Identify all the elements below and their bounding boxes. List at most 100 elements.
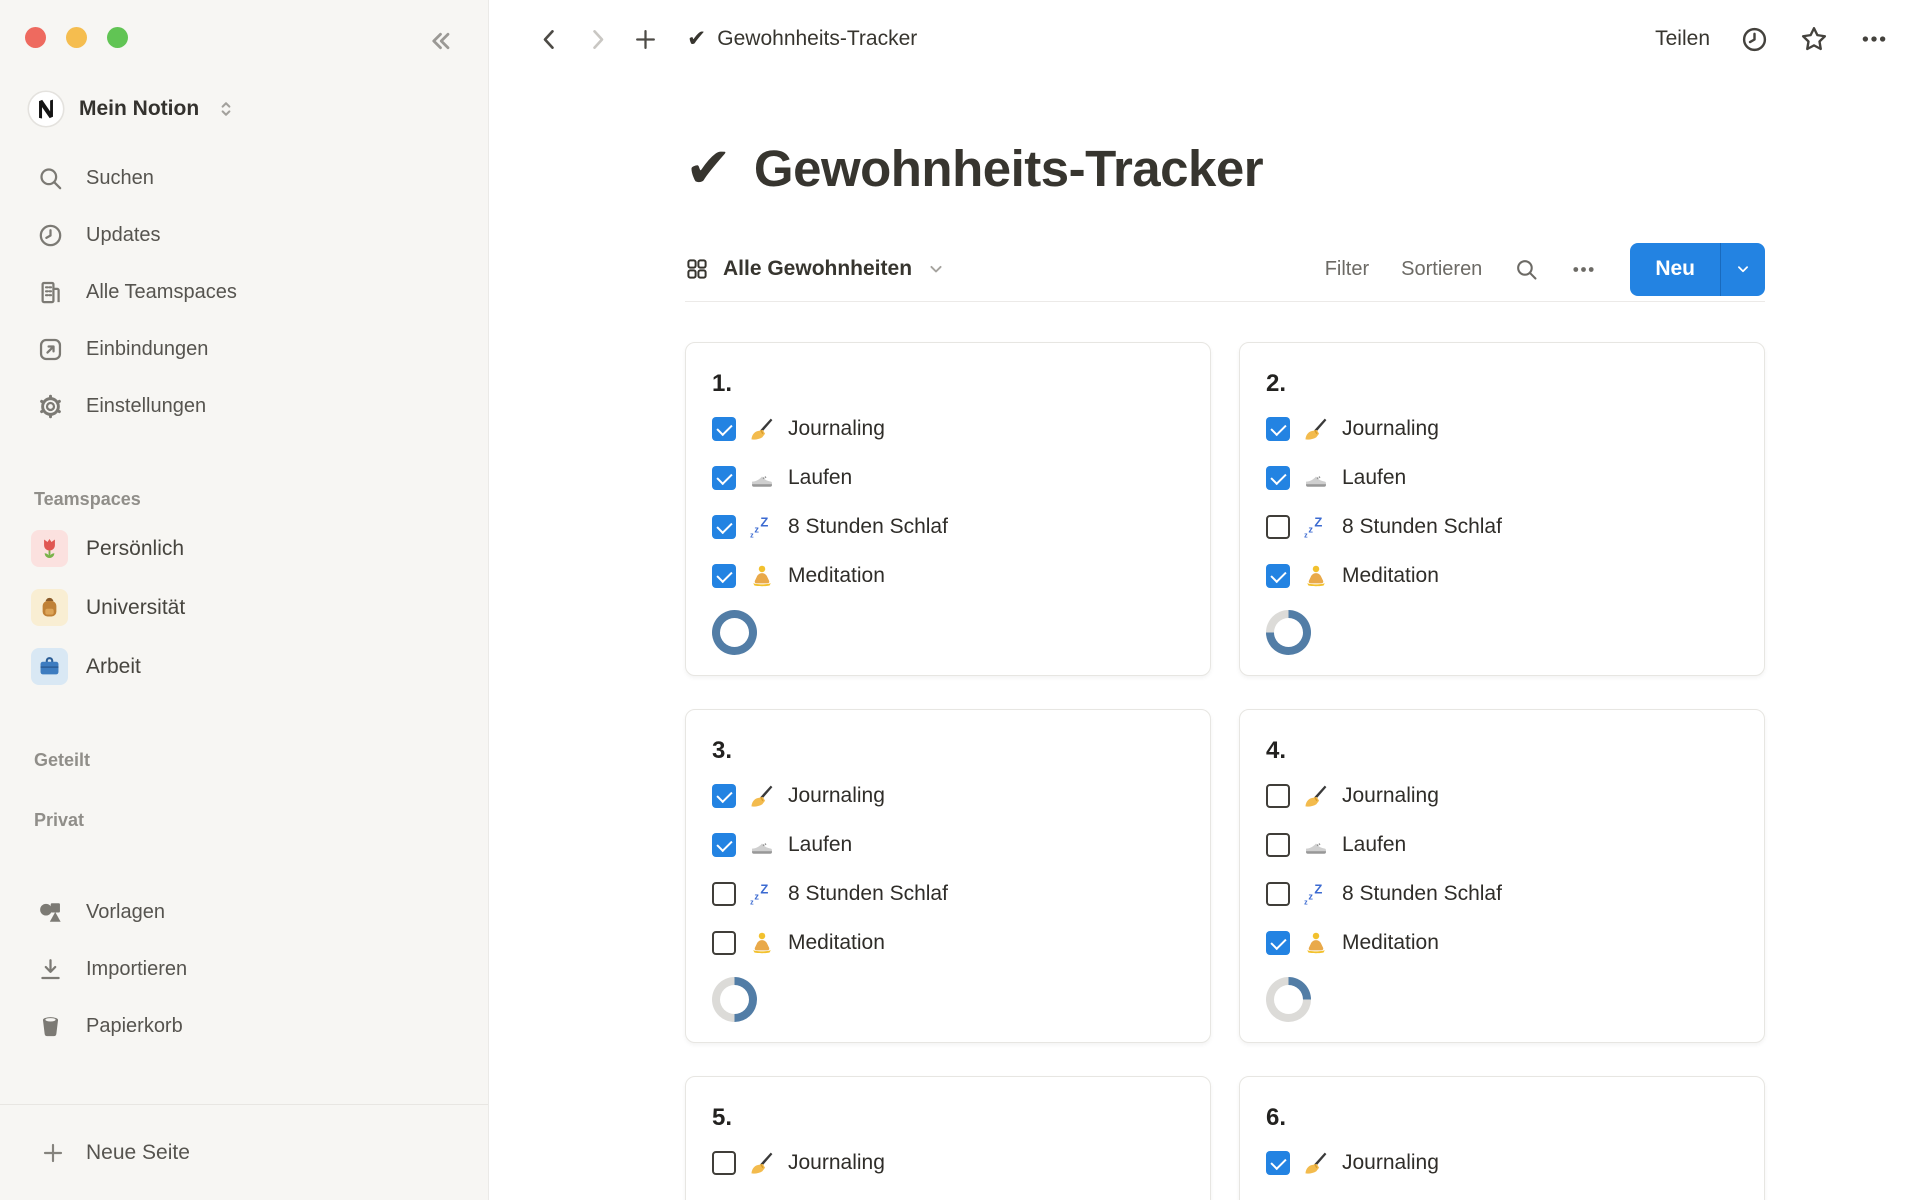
- habit-checkbox[interactable]: [1266, 466, 1290, 490]
- sort-button[interactable]: Sortieren: [1401, 258, 1482, 281]
- main-area: ✔ Gewohnheits-Tracker Teilen ✔ Gewohnhei…: [489, 0, 1920, 1200]
- chevron-down-icon: [926, 259, 946, 279]
- zoom-window-button[interactable]: [107, 27, 128, 48]
- gallery-grid: 1. Journaling Laufen 8 Stunden Schlaf: [685, 342, 1765, 1200]
- sidebar-item-label: Importieren: [86, 958, 187, 981]
- habit-checkbox[interactable]: [712, 833, 736, 857]
- building-icon: [37, 279, 64, 306]
- habit-row: Laufen: [1266, 454, 1738, 503]
- teamspace-persoenlich[interactable]: Persönlich: [0, 519, 488, 578]
- breadcrumb[interactable]: ✔ Gewohnheits-Tracker: [687, 27, 917, 51]
- new-entry-dropdown-button[interactable]: [1720, 243, 1765, 296]
- habit-checkbox[interactable]: [712, 466, 736, 490]
- filter-button[interactable]: Filter: [1325, 258, 1369, 281]
- sidebar-collapse-button[interactable]: [424, 25, 456, 57]
- habit-checkbox[interactable]: [712, 1151, 736, 1175]
- view-tab-alle-gewohnheiten[interactable]: Alle Gewohnheiten: [685, 257, 946, 281]
- habit-label: Meditation: [1342, 564, 1439, 588]
- section-header-geteilt[interactable]: Geteilt: [34, 740, 488, 780]
- check-icon: ✔: [687, 28, 706, 51]
- habit-label: Meditation: [788, 931, 885, 955]
- habit-checkbox[interactable]: [1266, 1151, 1290, 1175]
- search-icon: [37, 165, 64, 192]
- sidebar-item-importieren[interactable]: Importieren: [0, 941, 488, 998]
- habit-card-2[interactable]: 2. Journaling Laufen 8 Stunden Schlaf: [1239, 342, 1765, 676]
- progress-ring: [712, 977, 757, 1022]
- sidebar-item-vorlagen[interactable]: Vorlagen: [0, 884, 488, 941]
- habit-label: Laufen: [788, 466, 852, 490]
- habit-row: Laufen: [1266, 821, 1738, 870]
- page-check-icon: ✔: [685, 142, 732, 195]
- habit-card-6[interactable]: 6. Journaling: [1239, 1076, 1765, 1200]
- sidebar-item-label: Einbindungen: [86, 338, 208, 361]
- new-tab-button[interactable]: [629, 23, 661, 55]
- habit-checkbox[interactable]: [1266, 515, 1290, 539]
- writing-hand-icon: [749, 416, 775, 442]
- habit-card-1[interactable]: 1. Journaling Laufen 8 Stunden Schlaf: [685, 342, 1211, 676]
- sidebar-item-suchen[interactable]: Suchen: [0, 150, 488, 207]
- new-entry-button[interactable]: Neu: [1630, 243, 1720, 296]
- habit-checkbox[interactable]: [1266, 931, 1290, 955]
- card-title: 6.: [1266, 1097, 1738, 1139]
- section-header-privat[interactable]: Privat: [34, 800, 488, 840]
- habit-checkbox[interactable]: [1266, 882, 1290, 906]
- search-icon[interactable]: [1514, 257, 1539, 282]
- habit-row: 8 Stunden Schlaf: [712, 870, 1184, 919]
- habit-checkbox[interactable]: [712, 931, 736, 955]
- habit-label: Journaling: [1342, 784, 1439, 808]
- habit-card-5[interactable]: 5. Journaling: [685, 1076, 1211, 1200]
- back-button[interactable]: [533, 23, 565, 55]
- habit-checkbox[interactable]: [1266, 417, 1290, 441]
- lotus-icon: [1303, 563, 1329, 589]
- favorite-star-button[interactable]: [1798, 23, 1830, 55]
- habit-checkbox[interactable]: [712, 417, 736, 441]
- habit-checkbox[interactable]: [1266, 564, 1290, 588]
- new-page-button[interactable]: Neue Seite: [0, 1104, 488, 1200]
- habit-checkbox[interactable]: [712, 515, 736, 539]
- notion-logo-icon: [27, 90, 65, 128]
- card-title: 3.: [712, 730, 1184, 772]
- habit-row: Meditation: [1266, 552, 1738, 601]
- sidebar-item-einbindungen[interactable]: Einbindungen: [0, 321, 488, 378]
- habit-card-4[interactable]: 4. Journaling Laufen 8 Stunden Schlaf: [1239, 709, 1765, 1043]
- sidebar-item-label: Papierkorb: [86, 1015, 183, 1038]
- share-button[interactable]: Teilen: [1655, 27, 1710, 51]
- sidebar-item-updates[interactable]: Updates: [0, 207, 488, 264]
- zzz-icon: [1303, 514, 1329, 540]
- workspace-name: Mein Notion: [79, 97, 199, 121]
- habit-checkbox[interactable]: [712, 564, 736, 588]
- habit-checkbox[interactable]: [712, 784, 736, 808]
- teamspace-label: Arbeit: [86, 655, 141, 679]
- sidebar-item-einstellungen[interactable]: Einstellungen: [0, 378, 488, 435]
- habit-row: Meditation: [712, 552, 1184, 601]
- sidebar-item-papierkorb[interactable]: Papierkorb: [0, 998, 488, 1055]
- running-shoe-icon: [1303, 832, 1329, 858]
- habit-checkbox[interactable]: [712, 882, 736, 906]
- workspace-switcher[interactable]: Mein Notion: [27, 90, 488, 128]
- section-header-teamspaces[interactable]: Teamspaces: [34, 479, 488, 519]
- sidebar-item-alle-teamspaces[interactable]: Alle Teamspaces: [0, 264, 488, 321]
- zzz-icon: [1303, 881, 1329, 907]
- more-options-button[interactable]: [1858, 23, 1890, 55]
- arrow-out-icon: [37, 336, 64, 363]
- close-window-button[interactable]: [25, 27, 46, 48]
- view-options-icon[interactable]: [1571, 257, 1596, 282]
- page-header[interactable]: ✔ Gewohnheits-Tracker: [685, 142, 1920, 196]
- habit-checkbox[interactable]: [1266, 784, 1290, 808]
- habit-label: Journaling: [788, 784, 885, 808]
- teamspace-label: Universität: [86, 596, 185, 620]
- habit-row: Journaling: [1266, 405, 1738, 454]
- trash-icon: [37, 1013, 64, 1040]
- minimize-window-button[interactable]: [66, 27, 87, 48]
- habit-card-3[interactable]: 3. Journaling Laufen 8 Stunden Schlaf: [685, 709, 1211, 1043]
- habit-row: Journaling: [712, 772, 1184, 821]
- habit-label: Journaling: [1342, 1151, 1439, 1175]
- teamspace-arbeit[interactable]: Arbeit: [0, 637, 488, 696]
- plus-icon: [40, 1140, 66, 1166]
- habit-checkbox[interactable]: [1266, 833, 1290, 857]
- breadcrumb-title: Gewohnheits-Tracker: [717, 27, 917, 51]
- history-clock-button[interactable]: [1738, 23, 1770, 55]
- teamspace-universitaet[interactable]: Universität: [0, 578, 488, 637]
- forward-button[interactable]: [581, 23, 613, 55]
- zzz-icon: [749, 881, 775, 907]
